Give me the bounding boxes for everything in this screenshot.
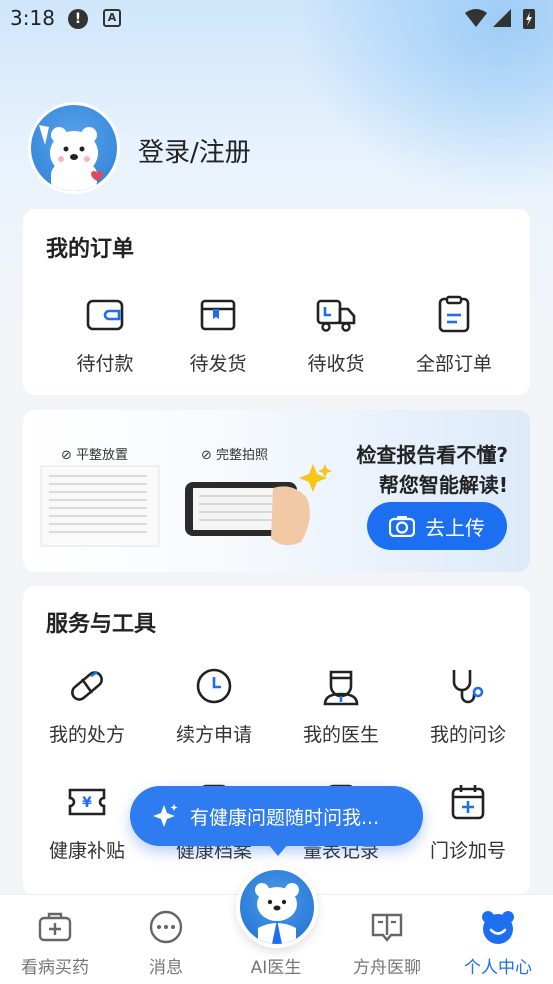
service-item-label: 我的处方 [48,724,125,746]
orders-title: 我的订单 [46,237,135,262]
nav-item-label: 看病买药 [21,958,89,978]
check-circle-icon: ⊘ [61,448,72,463]
banner-tag-label: 完整拍照 [216,448,269,463]
service-item-label: 我的问诊 [429,724,506,746]
banner-headline-line1: 检查报告看不懂? [356,443,508,467]
order-item-label: 待收货 [307,353,365,375]
yuan-ticket-icon: ¥ [68,788,106,816]
camera-icon [389,516,415,537]
chat-book-icon [371,913,403,942]
font-notification-icon: A [103,9,121,27]
doctor-icon [323,670,359,706]
check-circle-icon: ⊘ [201,448,212,463]
sparkle-icon [153,804,178,827]
status-bar: 3:18 ! A [0,0,553,38]
upload-button-label: 去上传 [425,515,485,540]
wifi-icon [465,9,487,27]
banner-tag-complete: ⊘ 完整拍照 [201,444,268,463]
nav-item-label: 个人中心 [464,958,532,978]
service-item-label: 门诊加号 [429,840,506,862]
svg-text:¥: ¥ [82,795,92,811]
status-time: 3:18 [10,6,55,30]
calendar-plus-icon [451,785,485,820]
nav-item-ark-chat[interactable]: 方舟医聊 [332,909,442,978]
report-upload-banner[interactable]: ⊘ 平整放置 ⊘ 完整拍照 检查报告看不懂? 帮您智能解读! 去上传 [23,410,530,572]
service-item-consultations[interactable]: 我的问诊 [406,666,530,747]
banner-tag-flat: ⊘ 平整放置 [61,444,128,463]
clock-icon [196,668,232,704]
status-right-icons [465,9,535,29]
alert-icon: ! [68,9,88,29]
nav-item-label: AI医生 [250,958,302,978]
ai-doctor-icon [255,883,299,944]
service-item-label: 续方申请 [175,724,252,746]
nav-item-messages[interactable]: 消息 [111,909,221,978]
ai-bubble-tail [268,844,288,856]
pill-icon [71,670,103,701]
service-item-label: 我的医生 [302,724,379,746]
order-item-all-orders[interactable]: 全部订单 [392,295,516,376]
box-icon [200,299,236,331]
login-register-link[interactable]: 登录/注册 [138,132,251,169]
service-item-renewal[interactable]: 续方申请 [152,666,276,747]
banner-tag-label: 平整放置 [76,448,129,463]
bear-icon [482,911,514,944]
order-item-pending-payment[interactable]: 待付款 [43,295,167,376]
banner-headline-line2: 帮您智能解读! [378,473,508,497]
nav-item-profile[interactable]: 个人中心 [443,909,553,978]
orders-card: 我的订单 待付款 待发货 待收货 全部订单 [23,209,530,395]
avatar[interactable] [28,102,120,194]
ai-doctor-avatar[interactable] [236,866,318,948]
signal-icon [493,9,511,27]
services-title: 服务与工具 [46,612,157,637]
nav-item-label: 消息 [149,958,183,978]
stethoscope-icon [452,670,484,704]
medical-kit-icon [38,912,72,942]
message-icon [149,910,183,944]
service-item-outpatient-plus[interactable]: 门诊加号 [406,782,530,863]
nav-item-medical[interactable]: 看病买药 [0,909,110,978]
report-photo-illustration [40,464,332,547]
service-item-prescriptions[interactable]: 我的处方 [25,666,149,747]
wallet-icon [86,299,124,331]
truck-icon [316,299,356,332]
ai-ask-bubble[interactable]: 有健康问题随时问我... [130,786,423,846]
ai-bubble-text: 有健康问题随时问我... [190,806,380,829]
order-item-pending-receipt[interactable]: 待收货 [274,295,398,376]
upload-button[interactable]: 去上传 [367,502,507,550]
nav-item-label: 方舟医聊 [353,958,421,978]
clipboard-icon [438,295,470,333]
order-item-label: 待发货 [189,353,247,375]
bear-avatar-icon [39,125,103,191]
banner-headline: 检查报告看不懂? 帮您智能解读! [356,440,508,500]
order-item-pending-shipment[interactable]: 待发货 [156,295,280,376]
service-item-label: 健康补贴 [48,840,125,862]
service-item-my-doctor[interactable]: 我的医生 [279,666,403,747]
order-item-label: 待付款 [76,353,134,375]
order-item-label: 全部订单 [415,353,492,375]
